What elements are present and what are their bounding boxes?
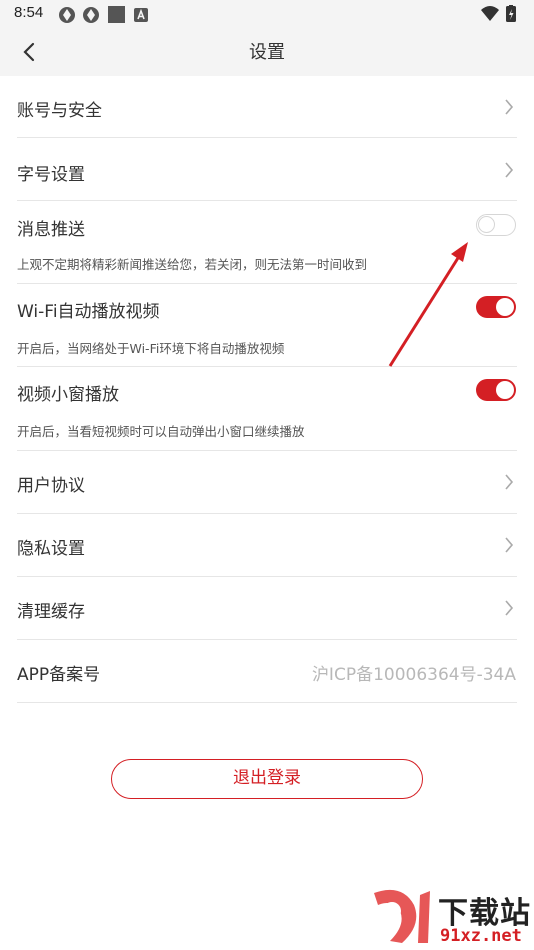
settings-item-mini-window: 视频小窗播放 开启后，当看短视频时可以自动弹出小窗口继续播放 bbox=[0, 367, 534, 450]
settings-item-description: 上观不定期将精彩新闻推送给您，若关闭，则无法第一时间收到 bbox=[17, 257, 368, 272]
settings-item-label: 清理缓存 bbox=[17, 602, 85, 622]
chevron-right-icon bbox=[505, 474, 514, 490]
a-notification-icon bbox=[134, 8, 148, 22]
settings-item-label: APP备案号 bbox=[17, 665, 101, 685]
settings-item-label: 消息推送 bbox=[17, 220, 85, 240]
settings-item-description: 开启后，当网络处于Wi-Fi环境下将自动播放视频 bbox=[17, 341, 285, 356]
divider bbox=[17, 702, 517, 703]
icp-number: 沪ICP备10006364号-34A bbox=[311, 665, 516, 685]
status-time: 8:54 bbox=[14, 4, 44, 21]
chevron-right-icon bbox=[505, 162, 514, 178]
settings-item-label: 字号设置 bbox=[17, 165, 85, 185]
settings-item-clear-cache[interactable]: 清理缓存 bbox=[0, 577, 534, 640]
app-notification-icon bbox=[59, 7, 75, 23]
status-bar: 8:54 bbox=[0, 0, 534, 28]
settings-item-wifi-autoplay: Wi-Fi自动播放视频 开启后，当网络处于Wi-Fi环境下将自动播放视频 bbox=[0, 284, 534, 367]
app-notification-icon bbox=[83, 7, 99, 23]
settings-item-label: 账号与安全 bbox=[17, 101, 102, 121]
chevron-right-icon bbox=[505, 537, 514, 553]
settings-item-label: Wi-Fi自动播放视频 bbox=[17, 302, 160, 322]
settings-item-account-security[interactable]: 账号与安全 bbox=[0, 76, 534, 138]
settings-item-label: 用户协议 bbox=[17, 476, 85, 496]
watermark-site: 91xz.net bbox=[440, 926, 522, 946]
settings-item-label: 视频小窗播放 bbox=[17, 385, 119, 405]
settings-item-font-size[interactable]: 字号设置 bbox=[0, 138, 534, 201]
wifi-autoplay-toggle[interactable] bbox=[476, 296, 516, 318]
title-bar: 设置 bbox=[0, 28, 534, 76]
settings-item-push: 消息推送 上观不定期将精彩新闻推送给您，若关闭，则无法第一时间收到 bbox=[0, 201, 534, 284]
settings-item-label: 隐私设置 bbox=[17, 539, 85, 559]
chevron-right-icon bbox=[505, 600, 514, 616]
settings-item-description: 开启后，当看短视频时可以自动弹出小窗口继续播放 bbox=[17, 424, 305, 439]
image-notification-icon bbox=[108, 6, 125, 23]
mini-window-toggle[interactable] bbox=[476, 379, 516, 401]
settings-item-icp: APP备案号 沪ICP备10006364号-34A bbox=[0, 640, 534, 703]
push-toggle[interactable] bbox=[476, 214, 516, 236]
logout-button[interactable]: 退出登录 bbox=[111, 759, 423, 799]
page-title: 设置 bbox=[249, 42, 285, 63]
settings-item-user-agreement[interactable]: 用户协议 bbox=[0, 451, 534, 514]
wifi-battery-icon bbox=[481, 4, 516, 22]
settings-item-privacy[interactable]: 隐私设置 bbox=[0, 514, 534, 577]
chevron-right-icon bbox=[505, 99, 514, 115]
